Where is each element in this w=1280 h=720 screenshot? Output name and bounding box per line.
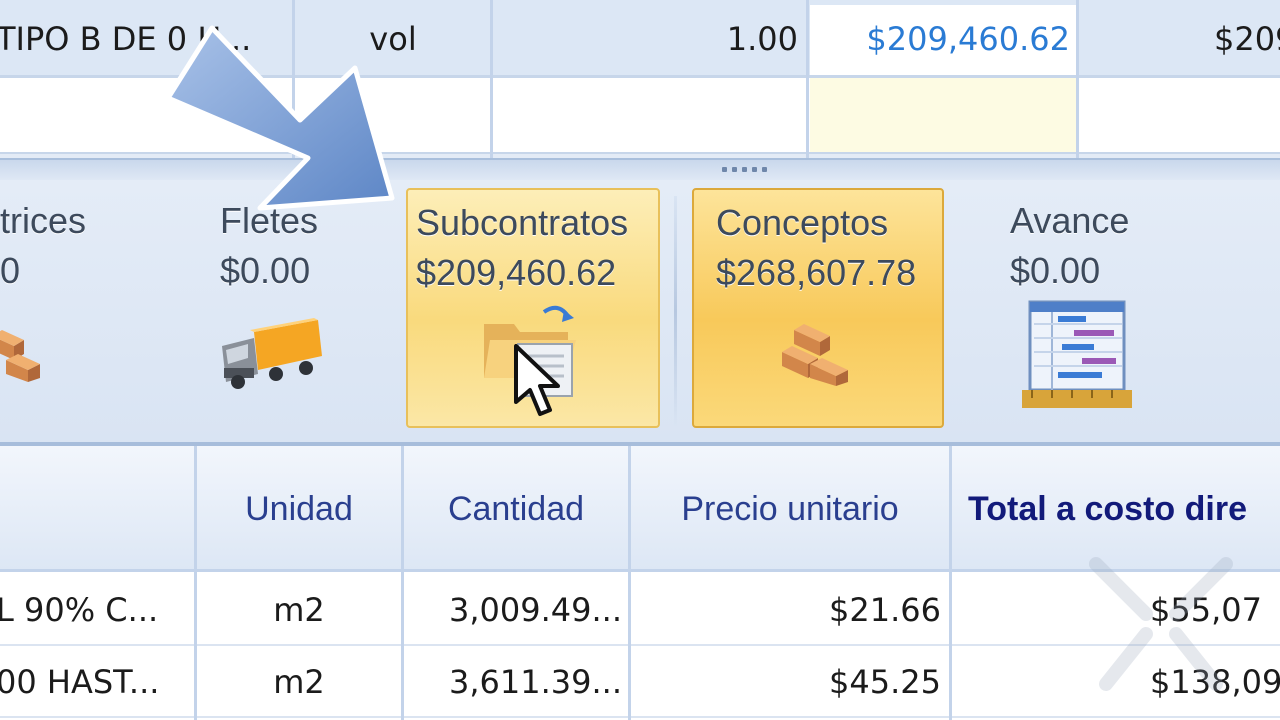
tile-value: $0.00 — [220, 250, 311, 291]
row-description: L 90% C... — [0, 591, 159, 629]
summary-tile-avance[interactable]: Avance $0.00 — [1000, 188, 1200, 428]
editable-cell[interactable] — [810, 78, 1076, 158]
column-divider — [949, 446, 952, 720]
tile-value: $0.00 — [1010, 250, 1101, 291]
tile-value: $209,460.62 — [416, 252, 617, 293]
bricks-icon — [782, 324, 848, 386]
splitter-grip-icon[interactable] — [722, 167, 767, 172]
row-quantity: 3,009.49... — [448, 591, 622, 629]
column-divider — [490, 0, 493, 158]
tile-title: Subcontratos — [416, 202, 629, 243]
column-divider — [194, 446, 197, 720]
row-unit-price: $45.25 — [829, 663, 941, 701]
row-unit-price: $21.66 — [829, 591, 941, 629]
column-header-precio-unitario[interactable]: Precio unitario — [631, 446, 949, 572]
column-divider — [628, 446, 631, 720]
summary-tile-conceptos[interactable]: Conceptos $268,607.78 — [692, 188, 944, 428]
bricks-icon — [0, 330, 40, 382]
tile-title: Conceptos — [716, 202, 889, 243]
watermark-logo-icon — [1089, 557, 1233, 691]
column-header-description[interactable] — [0, 446, 194, 572]
column-divider — [806, 0, 809, 158]
tile-value: $268,607.78 — [716, 252, 917, 293]
row-quantity: 3,611.39... — [448, 663, 622, 701]
row-unit: m2 — [273, 663, 325, 701]
mouse-cursor-icon — [514, 344, 560, 416]
tile-value: 0 — [0, 250, 21, 291]
truck-icon — [222, 318, 322, 389]
tile-title: Avance — [1010, 200, 1130, 241]
top-row-unit-price: $209,460.62 — [866, 20, 1070, 58]
column-divider — [1076, 0, 1079, 158]
pointer-arrow-icon — [165, 25, 395, 211]
column-header-unidad[interactable]: Unidad — [197, 446, 401, 572]
schedule-gantt-icon — [1022, 300, 1132, 408]
tile-separator — [674, 196, 677, 426]
top-row-total: $209 — [1214, 20, 1280, 58]
column-header-cantidad[interactable]: Cantidad — [404, 446, 628, 572]
column-divider — [401, 446, 404, 720]
row-description: 00 HAST... — [0, 663, 160, 701]
row-unit: m2 — [273, 591, 325, 629]
top-row-quantity: 1.00 — [726, 20, 798, 58]
